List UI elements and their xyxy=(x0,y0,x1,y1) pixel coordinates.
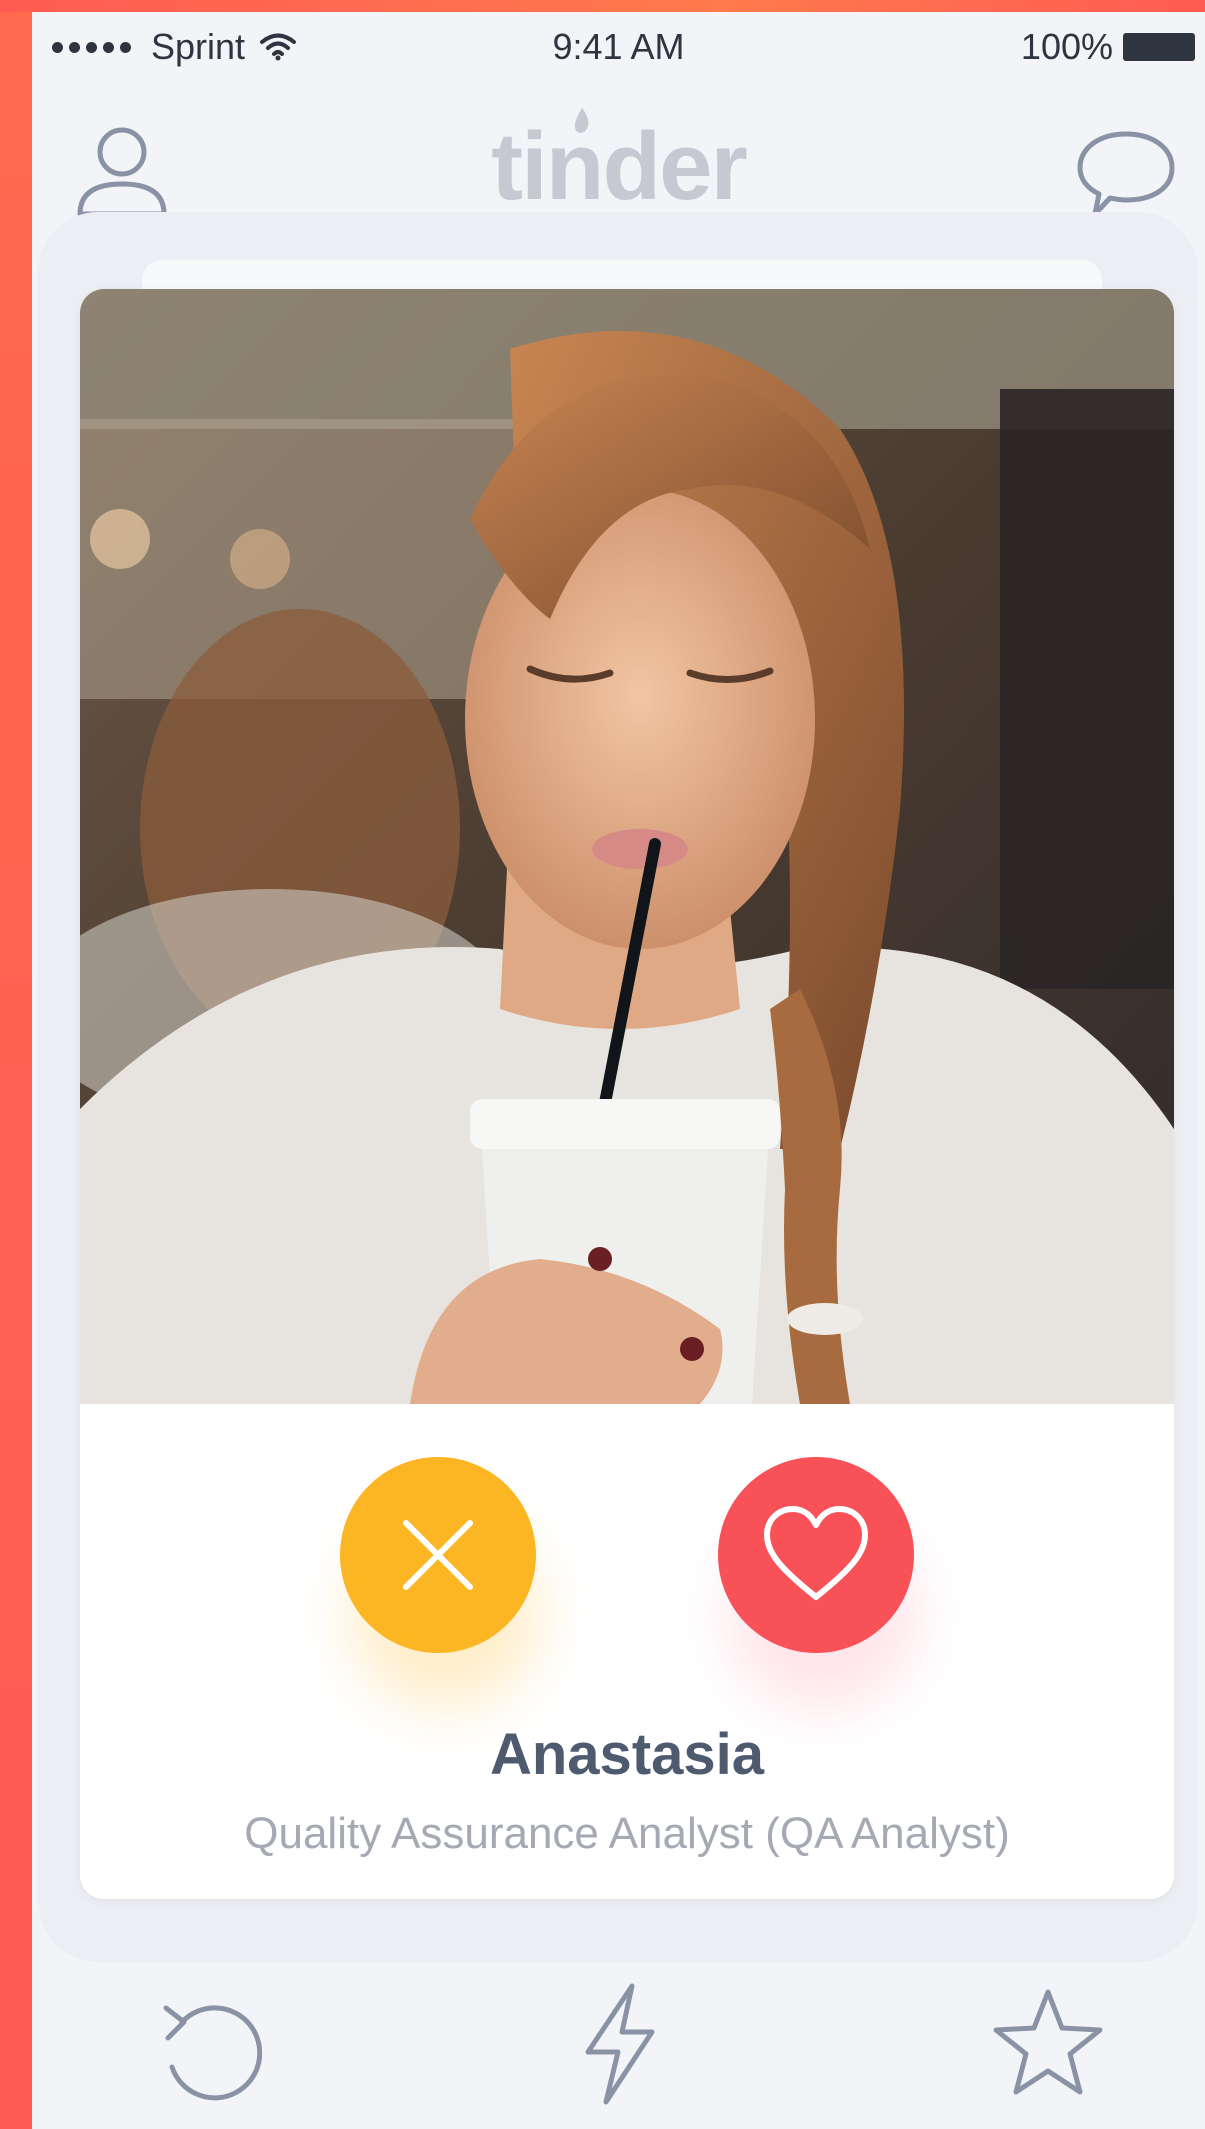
battery-percent: 100% xyxy=(1020,26,1113,67)
status-right: 100% xyxy=(1021,26,1195,68)
profile-card[interactable]: Anastasia Quality Assurance Analyst (QA … xyxy=(80,289,1174,1899)
star-icon[interactable] xyxy=(990,1986,1106,2102)
bottom-nav xyxy=(32,1972,1205,2122)
lightning-bolt-icon[interactable] xyxy=(580,1982,660,2106)
tinder-logo: tinder xyxy=(491,113,748,220)
frame-left-border xyxy=(0,0,32,2129)
profile-name: Anastasia xyxy=(489,1722,765,1787)
phone-screen: Sprint 9:41 AM 100% tinder Anastasia Qua… xyxy=(32,12,1205,2129)
battery-icon xyxy=(1123,33,1195,61)
dislike-button[interactable] xyxy=(340,1457,536,1653)
profile-job: Quality Assurance Analyst (QA Analyst) xyxy=(244,1809,1010,1858)
like-button[interactable] xyxy=(718,1457,914,1653)
profile-photo xyxy=(80,289,1174,1404)
x-icon xyxy=(403,1520,473,1590)
undo-icon[interactable] xyxy=(152,1992,262,2112)
chat-bubble-icon[interactable] xyxy=(1075,128,1177,220)
status-bar: Sprint 9:41 AM 100% xyxy=(32,12,1205,82)
frame-top-border xyxy=(0,0,1205,12)
flame-icon xyxy=(574,108,589,133)
heart-icon xyxy=(764,1506,868,1600)
